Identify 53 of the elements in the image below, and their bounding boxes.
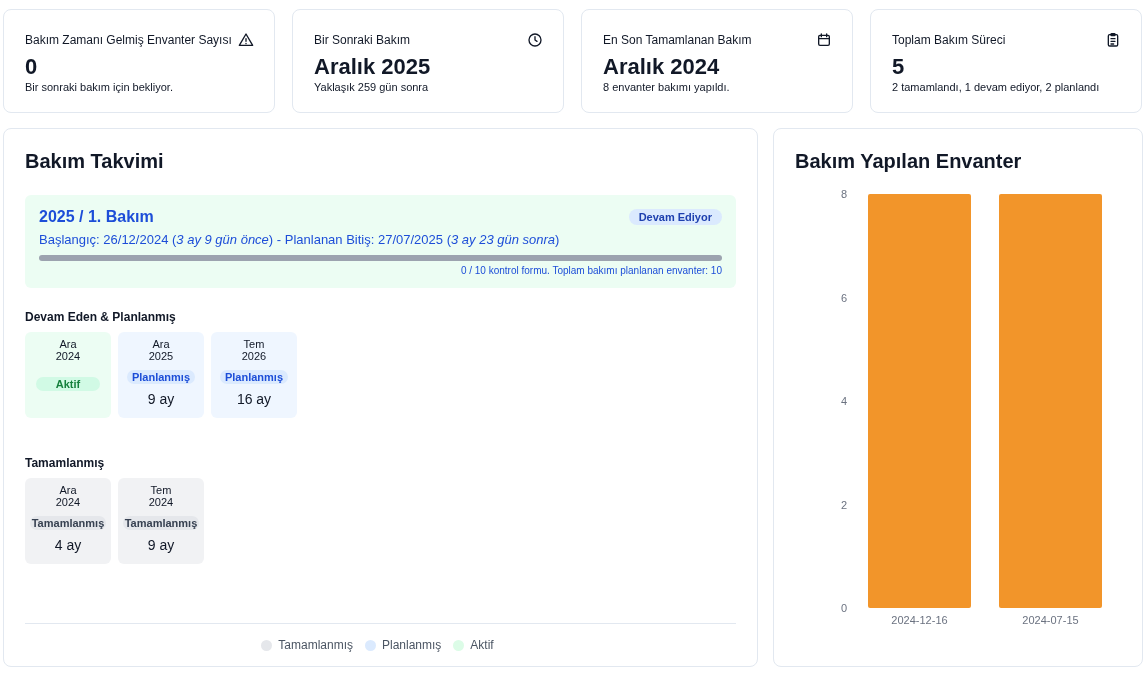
y-tick-label: 2 — [840, 498, 847, 511]
panel-title: Bakım Yapılan Envanter — [795, 149, 1023, 173]
calendar-icon — [816, 32, 832, 48]
stat-note: Yaklaşık 259 gün sonra — [314, 80, 430, 94]
tile-month: Ara — [59, 484, 77, 496]
y-tick-label: 8 — [840, 188, 847, 200]
tile-year: 2025 — [148, 350, 174, 362]
section-heading: Devam Eden & Planlanmış — [25, 310, 177, 324]
tile-year: 2026 — [241, 350, 267, 362]
legend-label: Aktif — [470, 638, 494, 652]
x-tick-label: 2024-12-16 — [891, 614, 948, 626]
tile-year: 2024 — [148, 496, 174, 508]
stat-title: Toplam Bakım Süreci — [892, 33, 1006, 47]
date-range-text: Başlangıç: 26/12/2024 (3 ay 9 gün önce) - Planlanan Bitiş: 27/07/2025 (3 ay 23 gün sonra) — [39, 232, 561, 247]
stat-value: Aralık 2025 — [314, 54, 432, 80]
status-badge: Tamamlanmış — [122, 516, 200, 530]
stat-note: 8 envanter bakımı yapıldı. — [603, 80, 731, 94]
tile-year: 2024 — [55, 496, 81, 508]
legend-label: Tamamlanmış — [278, 638, 353, 652]
stat-title: Bir Sonraki Bakım — [314, 33, 411, 47]
y-tick-label: 6 — [840, 291, 847, 304]
panel-title: Bakım Takvimi — [25, 149, 165, 173]
clock-icon — [527, 32, 543, 48]
status-badge: Tamamlanmış — [29, 516, 107, 530]
x-tick-label: 2024-07-15 — [1022, 614, 1079, 626]
stat-title: En Son Tamamlanan Bakım — [603, 33, 752, 47]
y-tick-label: 0 — [840, 602, 847, 614]
stat-value: 0 — [25, 54, 39, 80]
warning-icon — [238, 32, 254, 48]
status-badge: Devam Ediyor — [628, 209, 722, 225]
tile-duration: 16 ay — [236, 391, 272, 407]
tile-duration: 4 ay — [54, 537, 82, 553]
maintenance-title: 2025 / 1. Bakım — [39, 208, 154, 226]
status-badge: Aktif — [35, 377, 101, 391]
tile-year: 2024 — [55, 350, 81, 362]
tile-month: Tem — [150, 484, 172, 496]
legend-label: Planlanmış — [382, 638, 442, 652]
y-tick-label: 4 — [840, 395, 847, 407]
stat-value: 5 — [892, 54, 906, 80]
clipboard-icon — [1105, 32, 1121, 48]
progress-text: 0 / 10 kontrol formu. Toplam bakımı planlanan envanter: 10 — [459, 265, 722, 276]
tile-duration: 9 ay — [147, 537, 175, 553]
status-badge: Planlanmış — [219, 370, 289, 384]
stat-value: Aralık 2024 — [603, 54, 721, 80]
section-heading: Tamamlanmış — [25, 456, 106, 470]
tile-duration: 9 ay — [147, 391, 175, 407]
tile-month: Tem — [243, 338, 265, 350]
stat-note: Bir sonraki bakım için bekliyor. — [25, 80, 174, 94]
stat-note: 2 tamamlandı, 1 devam ediyor, 2 planlandı — [892, 80, 1101, 94]
status-badge: Planlanmış — [126, 370, 196, 384]
tile-month: Ara — [59, 338, 77, 350]
stat-title: Bakım Zamanı Gelmiş Envanter Sayısı — [25, 33, 232, 47]
tile-month: Ara — [152, 338, 170, 350]
